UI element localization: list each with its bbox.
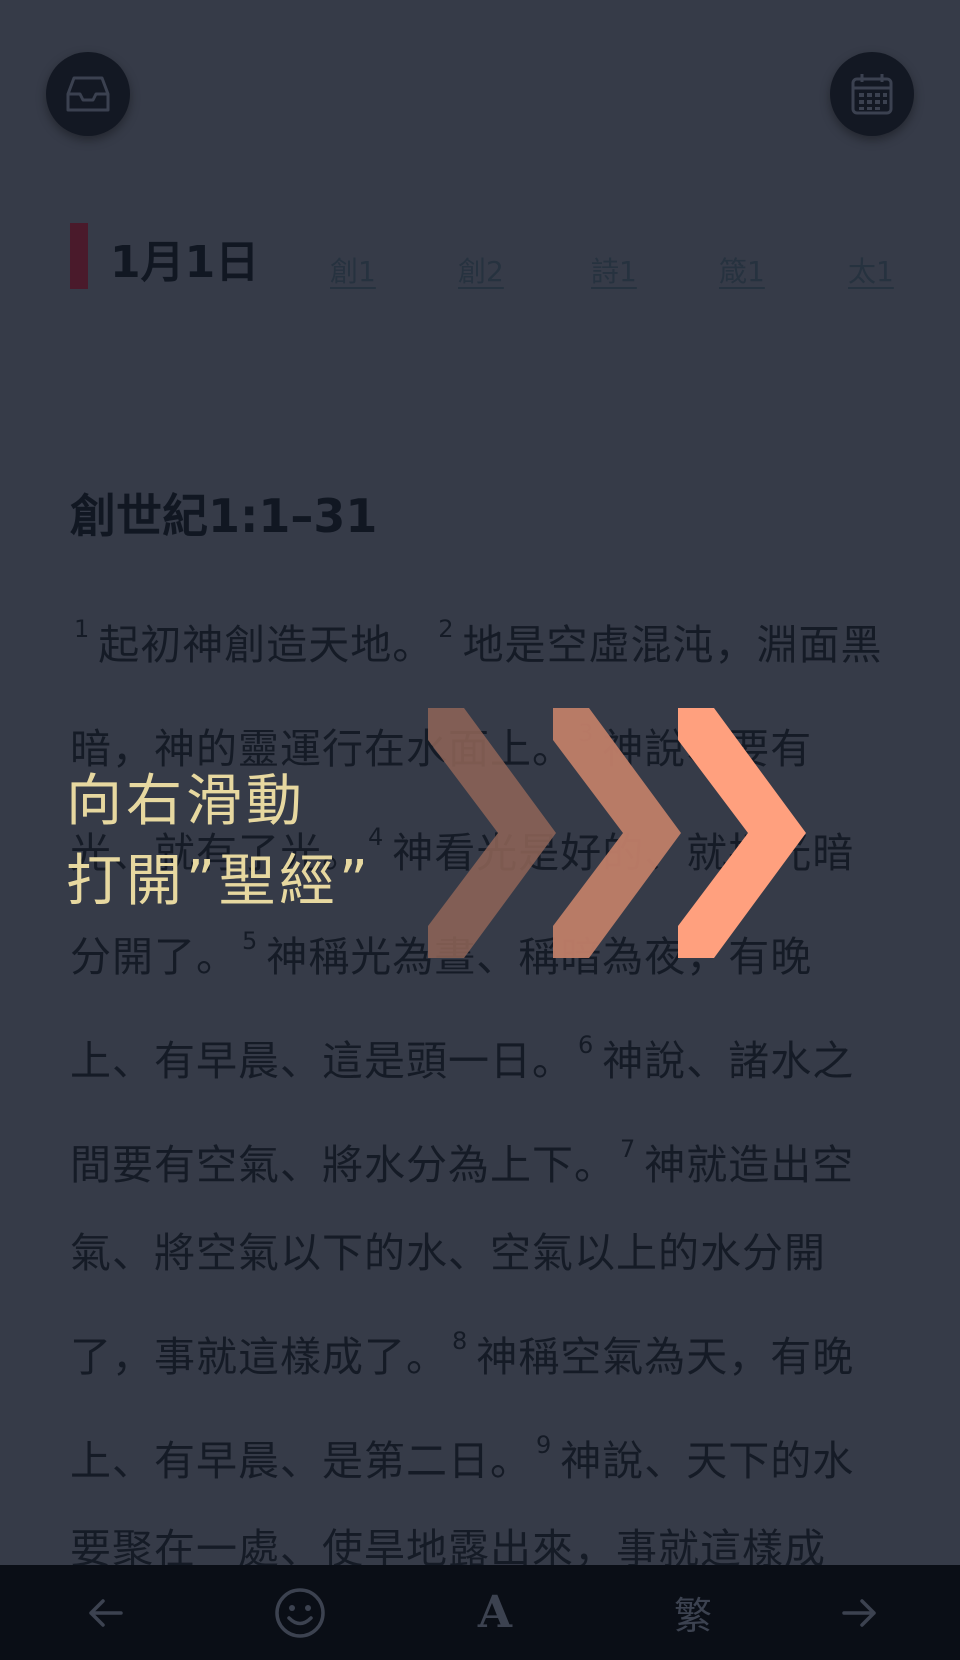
plan-date: 1月1日 — [110, 237, 260, 288]
swipe-hint-text: 向右滑動 打開”聖經” — [66, 762, 372, 922]
forward-button[interactable] — [830, 1565, 890, 1660]
calendar-icon — [851, 74, 893, 115]
ref-link-gen2[interactable]: 創2 — [458, 250, 504, 290]
inbox-tray-icon — [66, 76, 110, 112]
swipe-hint-line1: 向右滑動 — [66, 769, 306, 834]
ref-link-ps1[interactable]: 詩1 — [591, 250, 637, 290]
smiley-icon — [275, 1587, 325, 1638]
swipe-hint-line2: 打開”聖經” — [66, 849, 373, 914]
language-button[interactable]: 繁 — [663, 1565, 723, 1660]
date-accent-bar — [70, 223, 88, 289]
back-button[interactable] — [75, 1565, 135, 1660]
swipe-right-chevrons[interactable] — [428, 708, 808, 958]
verse-number: 7 — [620, 1135, 637, 1163]
inbox-button[interactable] — [46, 52, 130, 136]
emoji-button[interactable] — [270, 1565, 330, 1660]
chevron-right-icon — [678, 708, 806, 958]
arrow-right-icon — [842, 1598, 876, 1627]
ref-link-gen1[interactable]: 創1 — [330, 250, 376, 290]
arrow-left-icon — [89, 1598, 123, 1627]
verse-number: 1 — [74, 615, 91, 643]
verse-text: 起初神創造天地。 — [98, 621, 435, 669]
verse-number: 6 — [578, 1031, 595, 1059]
passage-title: 創世紀1:1–31 — [70, 489, 378, 543]
verse-number: 5 — [242, 927, 259, 955]
ref-link-prov1[interactable]: 箴1 — [719, 250, 765, 290]
verse-number: 2 — [438, 615, 455, 643]
chevron-right-icon — [553, 708, 681, 958]
bottom-toolbar: A 繁 — [0, 1565, 960, 1660]
ref-link-matt1[interactable]: 太1 — [848, 250, 894, 290]
font-button[interactable]: A — [465, 1565, 525, 1660]
calendar-button[interactable] — [830, 52, 914, 136]
chevron-right-icon — [428, 708, 556, 958]
verse-number: 9 — [536, 1431, 553, 1459]
verse-number: 8 — [452, 1327, 469, 1355]
